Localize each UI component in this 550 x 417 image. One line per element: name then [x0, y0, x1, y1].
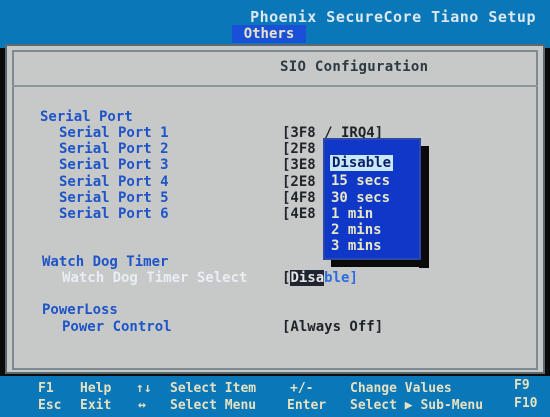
key-f1-desc: Help [80, 381, 112, 396]
serial-port-6-label[interactable]: Serial Port 6 [59, 206, 169, 222]
key-esc: Esc [38, 398, 62, 413]
power-control-label[interactable]: Power Control [62, 319, 172, 335]
watch-dog-timer-select-label[interactable]: Watch Dog Timer Select [62, 270, 247, 286]
key-updown-desc: Select Item [170, 381, 257, 396]
key-leftright-desc: Select Menu [170, 398, 257, 413]
serial-port-2-label[interactable]: Serial Port 2 [59, 141, 169, 157]
key-esc-desc: Exit [80, 398, 112, 413]
serial-port-4-label[interactable]: Serial Port 4 [59, 174, 169, 190]
option-2-mins[interactable]: 2 mins [331, 222, 382, 238]
tab-others[interactable]: Others [232, 25, 306, 43]
serial-port-5-label[interactable]: Serial Port 5 [59, 190, 169, 206]
value-selected-text: Disa [290, 270, 325, 286]
serial-port-2-value[interactable]: [2F8 [282, 141, 316, 157]
key-f10: F10 [514, 396, 538, 411]
serial-port-4-value[interactable]: [2E8 [282, 174, 316, 190]
serial-port-6-value[interactable]: [4E8 [282, 206, 316, 222]
section-serial-port: Serial Port [40, 109, 133, 125]
key-f9: F9 [514, 378, 530, 393]
option-3-mins[interactable]: 3 mins [331, 238, 382, 254]
serial-port-1-label[interactable]: Serial Port 1 [59, 125, 169, 141]
key-plusminus-desc: Change Values [350, 381, 452, 396]
key-plusminus: +/- [290, 381, 314, 396]
serial-port-5-value[interactable]: [4F8 [282, 190, 316, 206]
leftright-arrows-icon: ↔ [138, 398, 146, 413]
page-title: SIO Configuration [280, 59, 429, 75]
section-watch-dog-timer: Watch Dog Timer [42, 254, 169, 270]
updown-arrows-icon: ↑↓ [136, 381, 152, 396]
key-f1: F1 [38, 381, 54, 396]
section-powerloss: PowerLoss [42, 302, 118, 318]
option-disable[interactable]: Disable [330, 155, 394, 171]
app-title: Phoenix SecureCore Tiano Setup [250, 8, 536, 26]
power-control-value[interactable]: [Always Off] [282, 319, 383, 335]
option-1-min[interactable]: 1 min [331, 206, 373, 222]
key-enter-desc: Select ▶ Sub-Menu [350, 398, 484, 413]
key-enter: Enter [287, 398, 327, 413]
value-rest-text: ble] [324, 270, 358, 286]
panel-header-divider [12, 52, 538, 87]
option-15-secs[interactable]: 15 secs [331, 173, 390, 189]
serial-port-3-label[interactable]: Serial Port 3 [59, 157, 169, 173]
serial-port-3-value[interactable]: [3E8 [282, 157, 316, 173]
watch-dog-timer-select-value[interactable]: [Disable] [282, 270, 358, 286]
option-30-secs[interactable]: 30 secs [331, 190, 390, 206]
